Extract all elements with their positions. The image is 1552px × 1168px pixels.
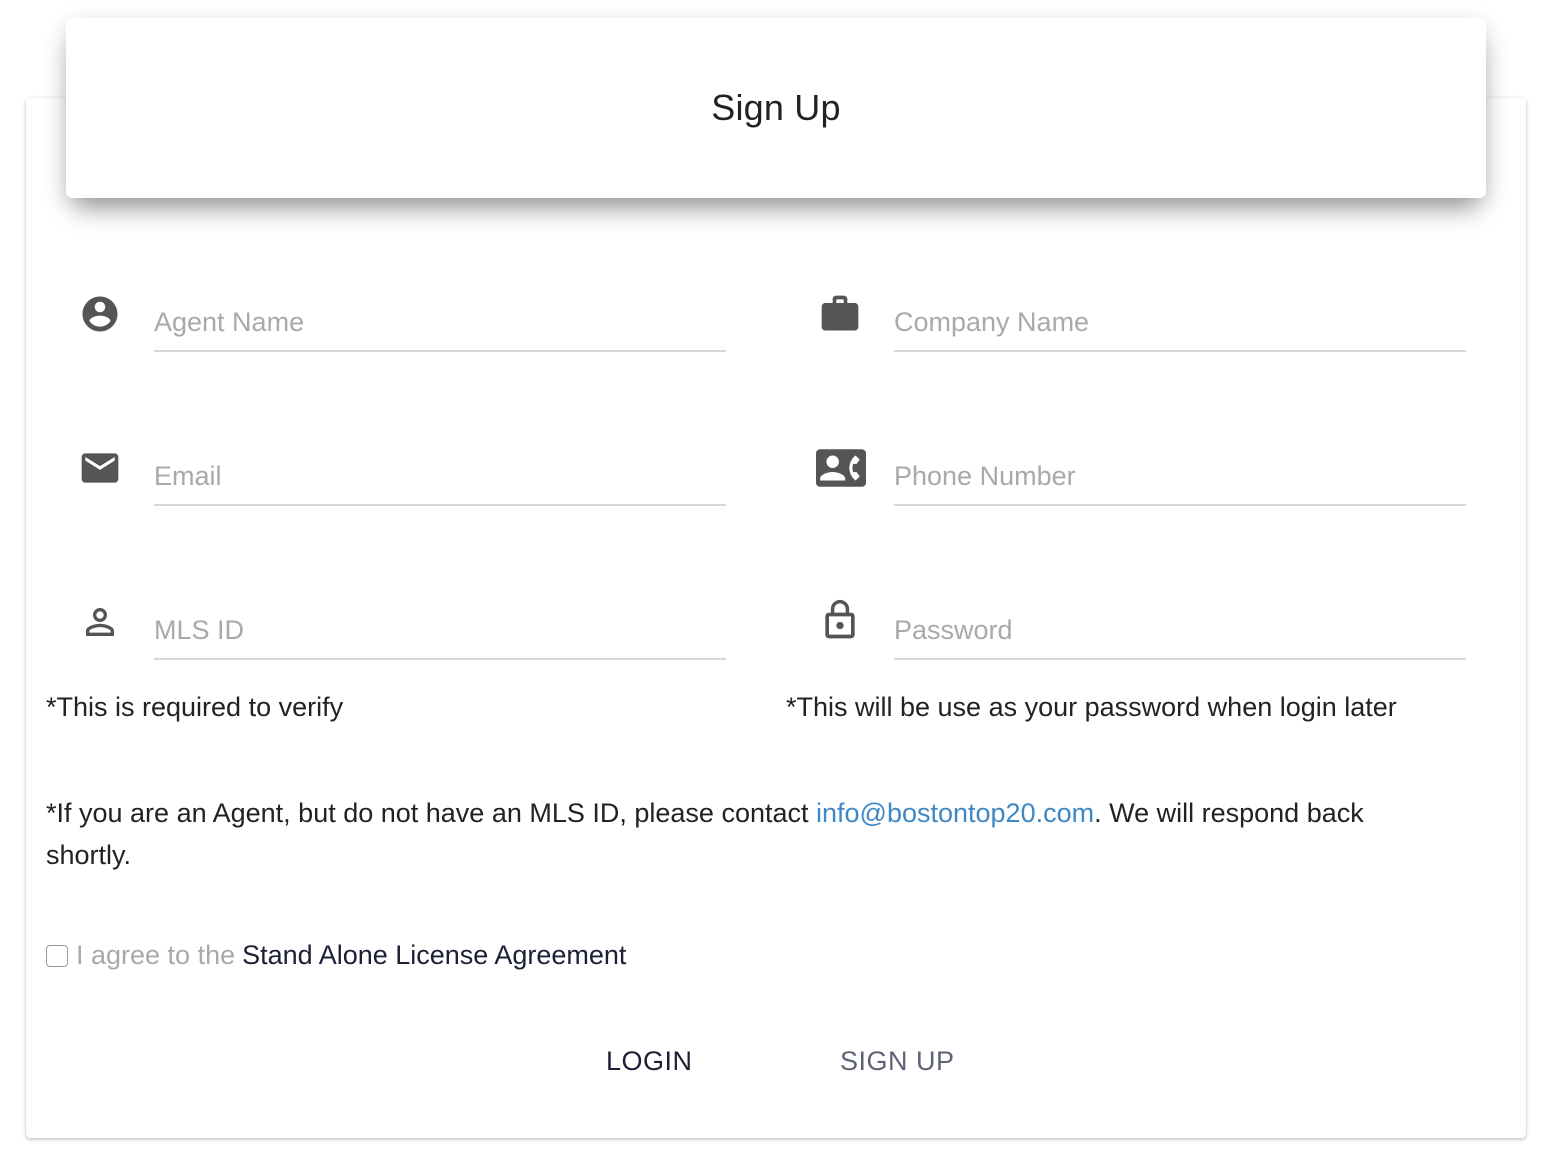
account-circle-icon: [78, 292, 122, 336]
contact-email-link[interactable]: info@bostontop20.com: [816, 798, 1094, 828]
email-field[interactable]: [154, 444, 726, 506]
agreement-row: I agree to the Stand Alone License Agree…: [46, 940, 626, 971]
lock-icon: [818, 598, 862, 642]
company-name-input[interactable]: [894, 307, 1466, 338]
mls-id-input[interactable]: [154, 615, 726, 646]
briefcase-icon: [818, 292, 862, 336]
contact-note-prefix: *If you are an Agent, but do not have an…: [46, 798, 817, 828]
card-header: Sign Up: [66, 18, 1486, 198]
person-outline-icon: [78, 600, 122, 644]
password-note: *This will be use as your password when …: [786, 692, 1397, 722]
mls-id-field[interactable]: [154, 598, 726, 660]
contact-phone-icon: [816, 446, 866, 490]
page-title: Sign Up: [711, 87, 841, 128]
password-input[interactable]: [894, 615, 1466, 646]
agreement-checkbox[interactable]: [46, 944, 68, 967]
email-input[interactable]: [154, 461, 726, 492]
license-agreement-link[interactable]: Stand Alone License Agreement: [242, 940, 626, 971]
phone-number-input[interactable]: [894, 461, 1466, 492]
login-button[interactable]: LOGIN: [596, 1040, 703, 1083]
signup-button[interactable]: SIGN UP: [830, 1040, 965, 1083]
mail-icon: [78, 446, 122, 490]
agent-name-field[interactable]: [154, 290, 726, 352]
contact-note: *If you are an Agent, but do not have an…: [46, 792, 1426, 876]
password-field[interactable]: [894, 598, 1466, 660]
agent-name-input[interactable]: [154, 307, 726, 338]
agreement-label: I agree to the: [76, 940, 236, 970]
phone-number-field[interactable]: [894, 444, 1466, 506]
company-name-field[interactable]: [894, 290, 1466, 352]
mls-id-note: *This is required to verify: [46, 692, 344, 722]
